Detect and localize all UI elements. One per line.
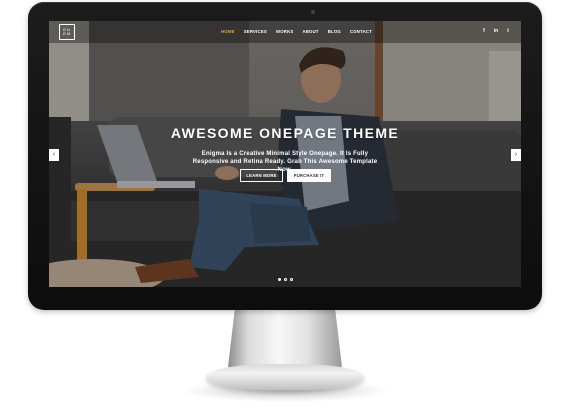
- hero-subtitle: Enigma Is a Creative Minimal Style Onepa…: [192, 151, 378, 173]
- nav-item-home[interactable]: HOME: [221, 29, 235, 34]
- nav-item-services[interactable]: SERVICES: [244, 29, 267, 34]
- twitter-icon[interactable]: t: [505, 28, 511, 34]
- nav-menu: HOME SERVICES WORKS ABOUT BLOG CONTACT: [221, 29, 372, 34]
- logo-line-2: GM: [62, 31, 72, 36]
- purchase-it-button[interactable]: PURCHASE IT: [287, 169, 331, 182]
- linkedin-icon[interactable]: in: [493, 28, 499, 34]
- website-screen: EN GM HOME SERVICES WORKS ABOUT BLOG CON…: [49, 21, 521, 287]
- slider-pagination: [278, 278, 293, 281]
- slider-next-arrow-icon[interactable]: ›: [511, 149, 521, 161]
- facebook-icon[interactable]: f: [481, 28, 487, 34]
- monitor-stand-base: [206, 364, 364, 390]
- slider-dot-3[interactable]: [290, 278, 293, 281]
- social-links: f in t: [481, 28, 511, 34]
- nav-item-about[interactable]: ABOUT: [302, 29, 318, 34]
- learn-more-button[interactable]: LEARN MORE: [240, 169, 283, 182]
- hero-title: AWESOME ONEPAGE THEME: [170, 125, 400, 141]
- nav-item-contact[interactable]: CONTACT: [350, 29, 372, 34]
- nav-item-blog[interactable]: BLOG: [328, 29, 341, 34]
- slider-dot-2[interactable]: [284, 278, 287, 281]
- top-navbar: EN GM HOME SERVICES WORKS ABOUT BLOG CON…: [49, 21, 521, 43]
- nav-item-works[interactable]: WORKS: [276, 29, 293, 34]
- monitor-stand-neck: [228, 309, 342, 367]
- camera-dot: [311, 10, 315, 14]
- slider-prev-arrow-icon[interactable]: ‹: [49, 149, 59, 161]
- slider-dot-1[interactable]: [278, 278, 281, 281]
- enigma-logo[interactable]: EN GM: [59, 24, 75, 40]
